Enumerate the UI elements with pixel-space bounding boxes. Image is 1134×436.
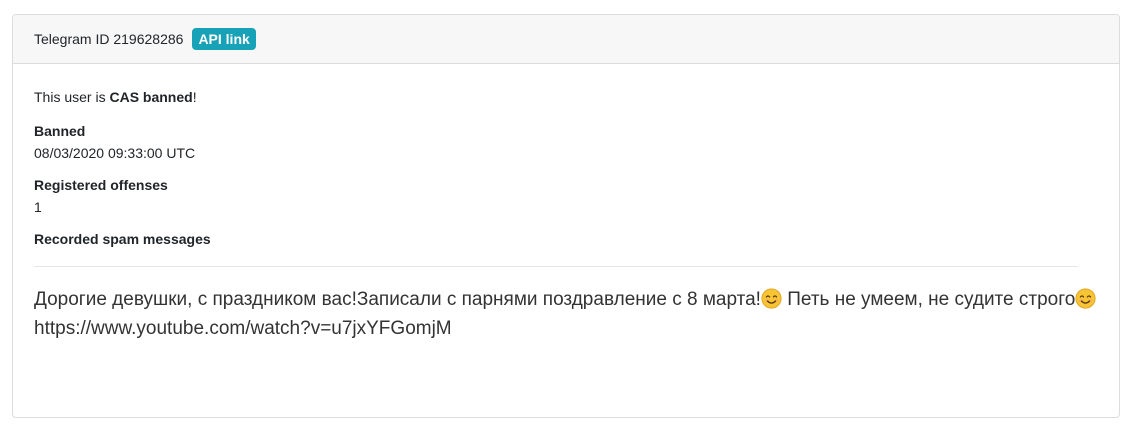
offenses-label: Registered offenses	[34, 177, 168, 193]
divider	[34, 266, 1078, 267]
status-prefix: This user is	[34, 89, 110, 105]
user-card: Telegram ID 219628286 API link This user…	[12, 14, 1120, 418]
ban-status-line: This user is CAS banned!	[34, 88, 1098, 106]
message-text-part2: Петь не умеем, не судите строго	[781, 289, 1076, 310]
banned-label: Banned	[34, 123, 86, 139]
smiling-face-emoji-icon	[1075, 288, 1096, 309]
status-highlight: CAS banned	[109, 89, 193, 105]
telegram-id-text: Telegram ID 219628286	[34, 31, 184, 47]
smiling-face-emoji-icon	[761, 288, 782, 309]
spam-messages-label: Recorded spam messages	[34, 231, 211, 247]
card-header: Telegram ID 219628286 API link	[13, 15, 1119, 64]
api-link-badge[interactable]: API link	[192, 28, 256, 50]
offenses-count: 1	[34, 199, 42, 215]
banned-date: 08/03/2020 09:33:00 UTC	[34, 145, 196, 161]
spam-message: Дорогие девушки, с праздником вас!Записа…	[34, 285, 1098, 343]
message-url: https://www.youtube.com/watch?v=u7jxYFGo…	[34, 318, 452, 339]
card-body: This user is CAS banned! Banned 08/03/20…	[13, 64, 1119, 343]
status-suffix: !	[192, 89, 197, 105]
message-text-part1: Дорогие девушки, с праздником вас!Записа…	[34, 289, 761, 310]
